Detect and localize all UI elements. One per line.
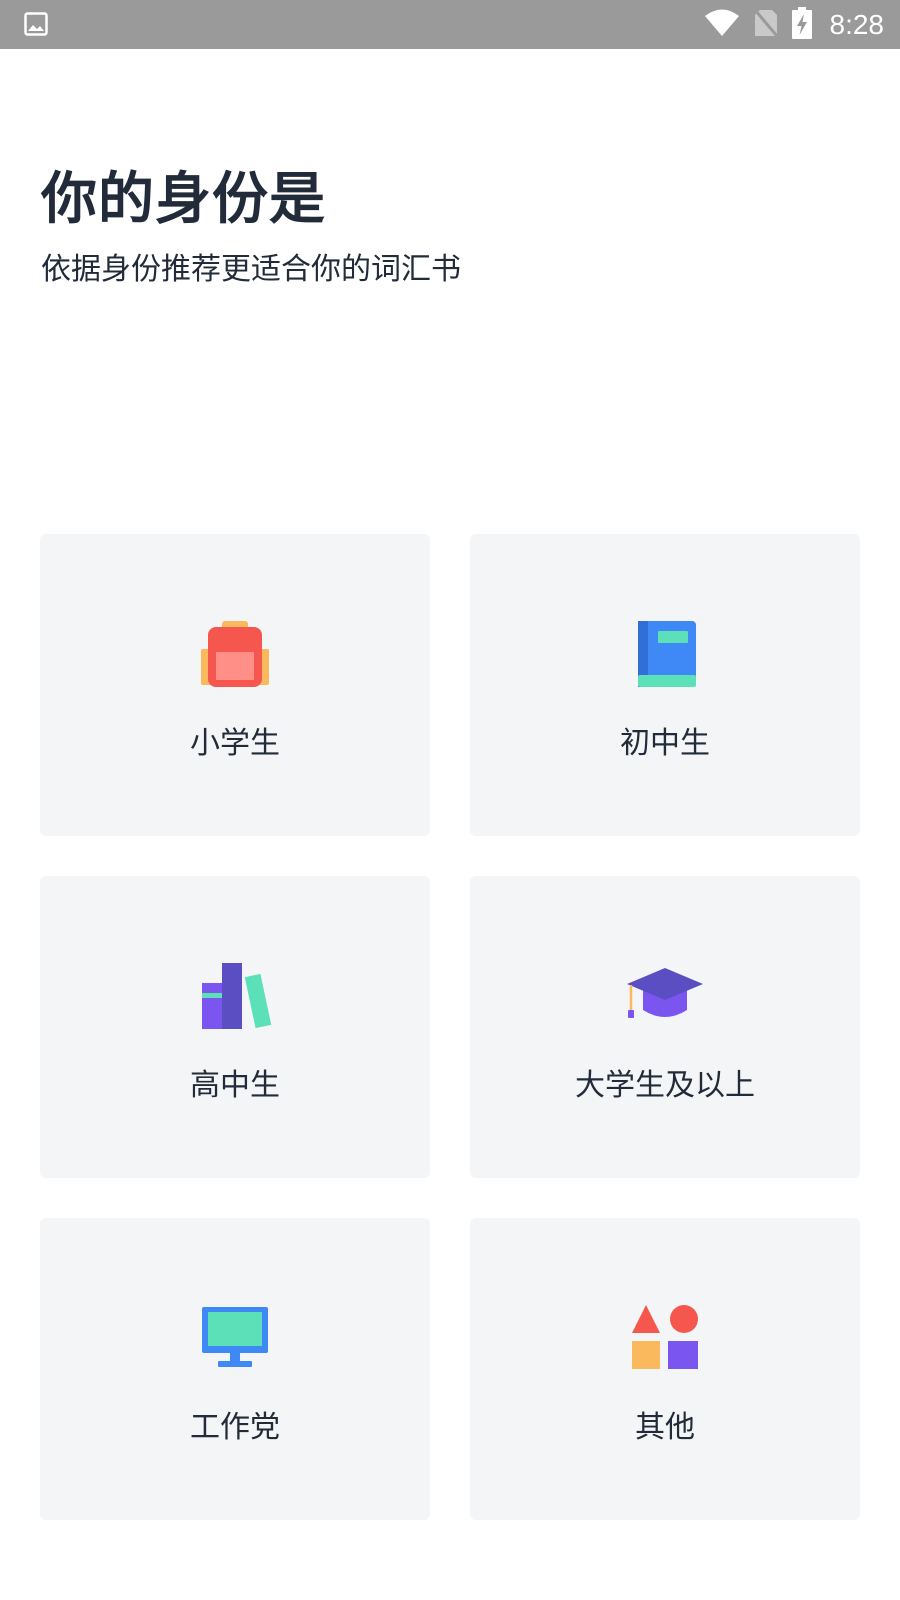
- wifi-icon: [704, 9, 740, 41]
- option-other[interactable]: 其他: [470, 1218, 860, 1520]
- battery-charging-icon: [791, 6, 812, 43]
- books-icon: [195, 956, 275, 1036]
- option-primary-student[interactable]: 小学生: [40, 534, 430, 836]
- identity-options-grid: 小学生 初中生 高中生 大学生及以上 工作党 其他: [40, 534, 862, 1520]
- option-senior-high-student[interactable]: 高中生: [40, 876, 430, 1178]
- graduation-cap-icon: [625, 956, 705, 1036]
- page-subtitle: 依据身份推荐更适合你的词汇书: [41, 252, 461, 287]
- status-time: 8:28: [829, 8, 885, 40]
- book-icon: [625, 614, 705, 694]
- option-junior-high-student[interactable]: 初中生: [470, 534, 860, 836]
- option-label: 其他: [635, 1410, 695, 1445]
- status-icons: 8:28: [704, 0, 885, 49]
- page-title: 你的身份是: [41, 167, 326, 232]
- option-college-and-above[interactable]: 大学生及以上: [470, 876, 860, 1178]
- option-label: 初中生: [620, 726, 710, 761]
- option-label: 大学生及以上: [575, 1068, 755, 1103]
- no-sim-icon: [753, 8, 778, 42]
- header: 你的身份是 依据身份推荐更适合你的词汇书: [41, 164, 461, 290]
- shapes-icon: [625, 1298, 705, 1378]
- backpack-icon: [195, 614, 275, 694]
- option-label: 小学生: [190, 726, 280, 761]
- monitor-icon: [195, 1298, 275, 1378]
- option-label: 工作党: [190, 1410, 280, 1445]
- option-label: 高中生: [190, 1068, 280, 1103]
- status-bar: 8:28: [0, 0, 900, 49]
- option-working-professional[interactable]: 工作党: [40, 1218, 430, 1520]
- image-icon: [24, 12, 48, 36]
